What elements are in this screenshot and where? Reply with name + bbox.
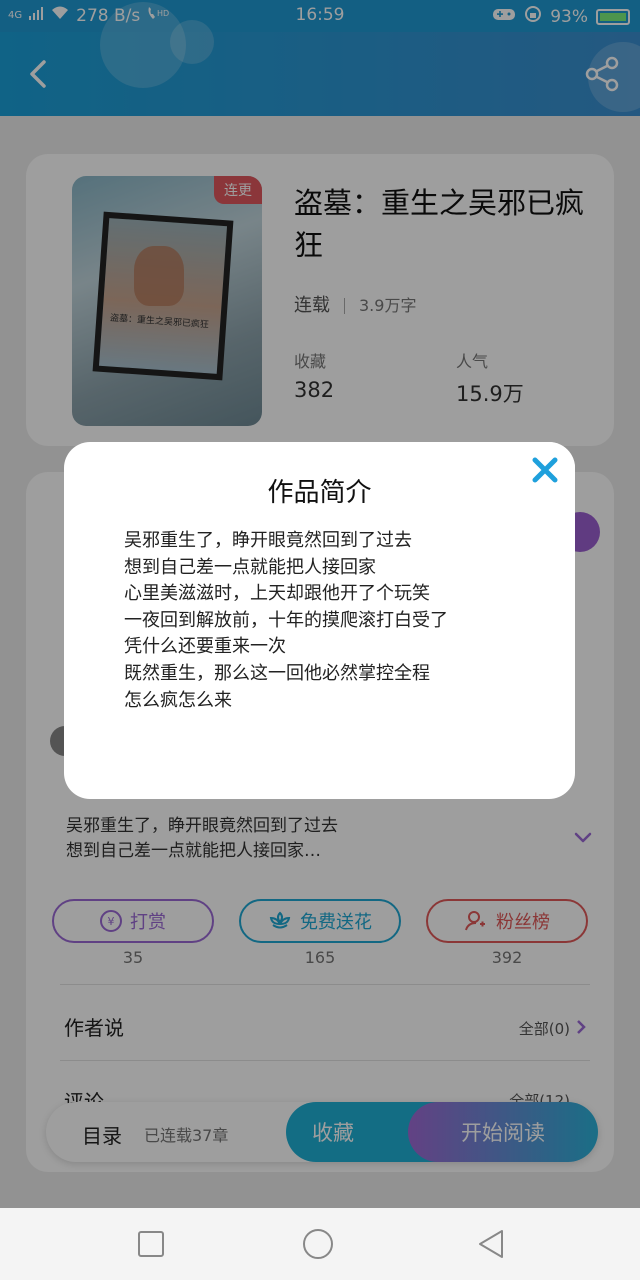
synopsis-line: 既然重生，那么这一回他必然掌控全程 [124, 662, 430, 684]
synopsis-line: 想到自己差一点就能把人接回家 [124, 556, 376, 578]
close-dialog-button[interactable] [515, 442, 575, 500]
back-triangle-icon[interactable] [476, 1228, 508, 1260]
synopsis-dialog: 作品简介 吴邪重生了，睁开眼竟然回到了过去 想到自己差一点就能把人接回家 心里美… [64, 442, 575, 799]
dialog-title: 作品简介 [267, 478, 372, 508]
synopsis-line: 吴邪重生了，睁开眼竟然回到了过去 [124, 530, 412, 551]
system-navigation-bar [0, 1208, 640, 1280]
close-icon [532, 457, 558, 483]
synopsis-line: 心里美滋滋时，上天却跟他开了个玩笑 [124, 583, 430, 605]
synopsis-line: 凭什么还要重来一次 [124, 636, 286, 658]
recents-icon[interactable] [135, 1228, 167, 1260]
synopsis-line: 怎么疯怎么来 [124, 689, 232, 711]
synopsis-line: 一夜回到解放前，十年的摸爬滚打白受了 [124, 609, 448, 631]
synopsis-full-text: 吴邪重生了，睁开眼竟然回到了过去 想到自己差一点就能把人接回家 心里美滋滋时，上… [124, 528, 448, 714]
home-icon[interactable] [302, 1228, 334, 1260]
